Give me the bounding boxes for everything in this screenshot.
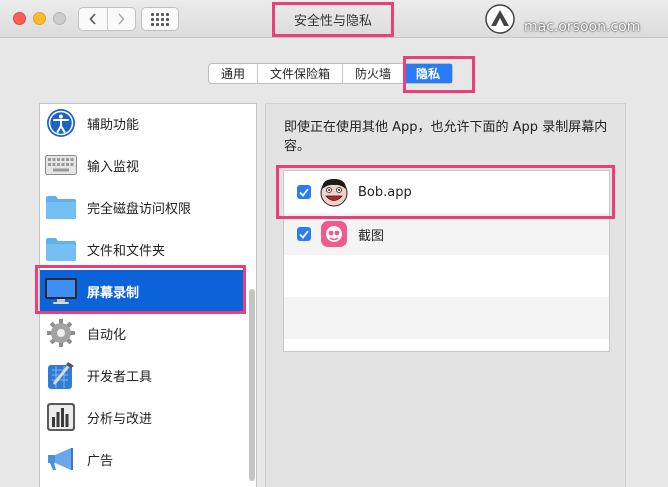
show-all-button[interactable] xyxy=(141,7,179,31)
app-name: 截图 xyxy=(358,228,385,244)
sidebar-item-label: 文件和文件夹 xyxy=(87,243,166,259)
bar-chart-icon xyxy=(44,400,78,434)
screen-recording-pane: 即使正在使用其他 App，也允许下面的 App 录制屏幕内容。 Bob.app … xyxy=(265,103,626,487)
sidebar-item-input-monitoring[interactable]: 输入监视 xyxy=(40,144,244,186)
highlight-box-tab xyxy=(403,56,475,93)
back-button[interactable] xyxy=(79,8,107,30)
megaphone-icon xyxy=(44,442,78,476)
sidebar-item-label: 分析与改进 xyxy=(87,411,153,427)
sidebar-item-developer-tools[interactable]: 开发者工具 xyxy=(40,354,244,396)
sidebar-item-label: 开发者工具 xyxy=(87,369,153,385)
sidebar-item-label: 辅助功能 xyxy=(87,117,140,133)
accessibility-icon xyxy=(44,106,78,140)
app-checkbox[interactable] xyxy=(297,227,311,241)
sidebar-scrollbar[interactable] xyxy=(249,289,255,481)
window-title: 安全性与隐私 xyxy=(272,2,394,37)
window-title-text: 安全性与隐私 xyxy=(293,14,372,29)
sidebar-item-accessibility[interactable]: 辅助功能 xyxy=(40,104,244,144)
sidebar-item-label: 广告 xyxy=(87,453,114,469)
sidebar-item-analytics[interactable]: 分析与改进 xyxy=(40,396,244,438)
chevron-right-icon xyxy=(118,13,126,25)
pane-description: 即使正在使用其他 App，也允许下面的 App 录制屏幕内容。 xyxy=(284,120,608,154)
zoom-window-button[interactable] xyxy=(53,12,66,25)
minimize-window-button[interactable] xyxy=(33,12,46,25)
gear-icon xyxy=(44,316,78,350)
tab-firewall[interactable]: 防火墙 xyxy=(343,64,405,83)
sidebar-item-full-disk-access[interactable]: 完全磁盘访问权限 xyxy=(40,186,244,228)
forward-button[interactable] xyxy=(106,8,135,30)
keyboard-icon xyxy=(44,148,78,182)
tab-general[interactable]: 通用 xyxy=(209,64,259,83)
screenshot-app-icon xyxy=(319,219,349,249)
watermark-logo-icon xyxy=(485,4,515,34)
navigation-buttons xyxy=(78,7,136,31)
sidebar-item-label: 自动化 xyxy=(87,327,127,343)
highlight-box-app xyxy=(276,165,615,219)
checkmark-icon xyxy=(299,229,309,239)
sidebar-item-label: 完全磁盘访问权限 xyxy=(87,201,192,217)
sidebar-item-label: 输入监视 xyxy=(87,159,140,175)
close-window-button[interactable] xyxy=(13,12,26,25)
list-empty-row xyxy=(284,255,609,297)
watermark-url: mac.orsoon.com xyxy=(524,19,641,35)
sidebar-item-automation[interactable]: 自动化 xyxy=(40,312,244,354)
xcode-icon xyxy=(44,358,78,392)
title-bar: 安全性与隐私 mac.orsoon.com xyxy=(0,0,668,38)
folder-icon xyxy=(44,232,78,266)
grid-icon xyxy=(151,12,169,26)
chevron-left-icon xyxy=(89,13,96,25)
highlight-box-sidebar xyxy=(35,265,246,314)
tab-filevault[interactable]: 文件保险箱 xyxy=(258,64,344,83)
list-empty-row xyxy=(284,297,609,339)
sidebar-item-advertising[interactable]: 广告 xyxy=(40,438,244,480)
app-row-screenshot[interactable]: 截图 xyxy=(284,213,609,255)
folder-icon xyxy=(44,190,78,224)
watermark: mac.orsoon.com xyxy=(482,2,662,36)
sidebar-item-files-folders[interactable]: 文件和文件夹 xyxy=(40,228,244,270)
